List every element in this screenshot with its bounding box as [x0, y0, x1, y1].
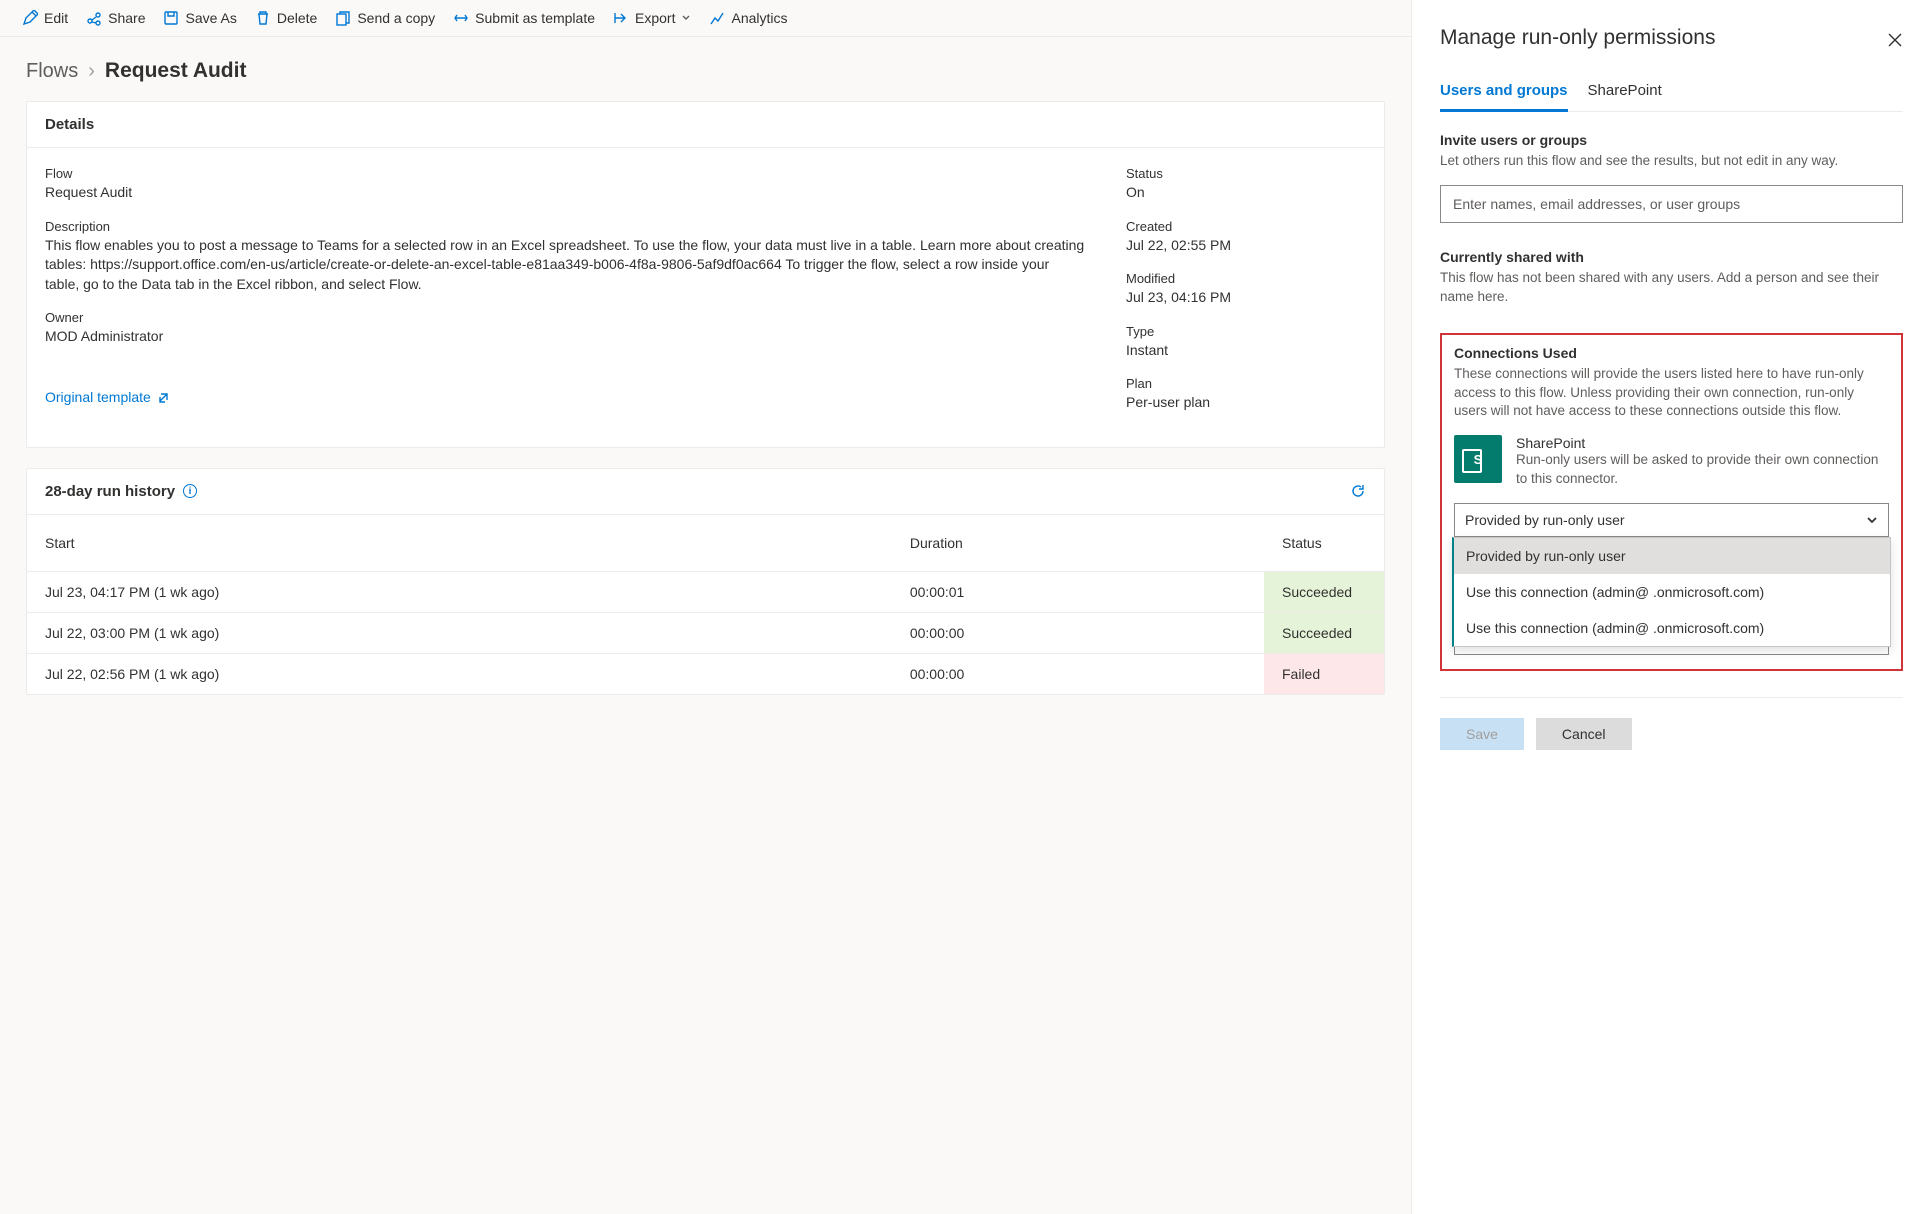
run-start: Jul 22, 02:56 PM (1 wk ago): [27, 653, 892, 694]
col-start: Start: [27, 515, 892, 572]
plan-label: Plan: [1126, 376, 1366, 391]
col-duration: Duration: [892, 515, 1264, 572]
run-history-table: Start Duration Status Jul 23, 04:17 PM (…: [27, 515, 1384, 694]
run-history-header: 28-day run history: [45, 483, 175, 500]
permissions-panel: Manage run-only permissions Users and gr…: [1411, 0, 1931, 1214]
dropdown-option[interactable]: Use this connection (admin@ .onmicrosoft…: [1454, 610, 1890, 646]
breadcrumb-leaf: Request Audit: [105, 59, 247, 83]
export-label: Export: [635, 10, 675, 26]
description-value: This flow enables you to post a message …: [45, 236, 1086, 295]
chevron-down-icon: [1866, 514, 1878, 526]
panel-title: Manage run-only permissions: [1440, 26, 1715, 50]
edit-button[interactable]: Edit: [22, 10, 68, 26]
refresh-button[interactable]: [1350, 483, 1366, 499]
dropdown-option[interactable]: Provided by run-only user: [1454, 538, 1890, 574]
submit-template-label: Submit as template: [475, 10, 595, 26]
save-as-label: Save As: [185, 10, 236, 26]
save-button[interactable]: Save: [1440, 718, 1524, 750]
details-header: Details: [27, 102, 1384, 148]
flow-label: Flow: [45, 166, 1086, 181]
created-label: Created: [1126, 219, 1366, 234]
invite-description: Let others run this flow and see the res…: [1440, 152, 1903, 171]
refresh-icon: [1350, 483, 1366, 499]
plan-value: Per-user plan: [1126, 393, 1366, 413]
status-label: Status: [1126, 166, 1366, 181]
invite-heading: Invite users or groups: [1440, 132, 1903, 148]
type-label: Type: [1126, 324, 1366, 339]
breadcrumb: Flows › Request Audit: [0, 37, 1411, 101]
connections-used-box: Connections Used These connections will …: [1440, 333, 1903, 671]
trash-icon: [255, 10, 271, 26]
original-template-link[interactable]: Original template: [45, 389, 171, 405]
close-button[interactable]: [1887, 30, 1903, 46]
send-copy-label: Send a copy: [357, 10, 435, 26]
close-icon: [1887, 32, 1903, 48]
export-icon: [613, 10, 629, 26]
shared-description: This flow has not been shared with any u…: [1440, 269, 1903, 307]
cancel-button[interactable]: Cancel: [1536, 718, 1632, 750]
run-status: Succeeded: [1264, 612, 1384, 653]
select-1-value: Provided by run-only user: [1465, 512, 1625, 528]
owner-label: Owner: [45, 310, 1086, 325]
connection-dropdown: Provided by run-only userUse this connec…: [1452, 537, 1891, 647]
sharepoint-icon: S: [1454, 435, 1502, 483]
run-status: Succeeded: [1264, 571, 1384, 612]
tab-users-groups[interactable]: Users and groups: [1440, 76, 1568, 112]
details-card: Details Flow Request Audit Description T…: [26, 101, 1385, 448]
arrow-left-right-icon: [453, 10, 469, 26]
info-icon[interactable]: i: [183, 484, 197, 498]
run-duration: 00:00:00: [892, 653, 1264, 694]
status-value: On: [1126, 183, 1366, 203]
owner-value: MOD Administrator: [45, 327, 1086, 347]
external-link-icon: [157, 390, 171, 404]
invite-input[interactable]: [1440, 185, 1903, 223]
flow-value: Request Audit: [45, 183, 1086, 203]
submit-template-button[interactable]: Submit as template: [453, 10, 595, 26]
connections-heading: Connections Used: [1454, 345, 1889, 361]
share-button[interactable]: Share: [86, 10, 145, 26]
panel-tabs: Users and groups SharePoint: [1440, 76, 1903, 112]
share-label: Share: [108, 10, 145, 26]
dropdown-option[interactable]: Use this connection (admin@ .onmicrosoft…: [1454, 574, 1890, 610]
connector-description: Run-only users will be asked to provide …: [1516, 451, 1889, 489]
shared-heading: Currently shared with: [1440, 249, 1903, 265]
toolbar: Edit Share Save As Delete Send a copy Su…: [0, 0, 1411, 37]
save-icon: [163, 10, 179, 26]
created-value: Jul 22, 02:55 PM: [1126, 236, 1366, 256]
copy-icon: [335, 10, 351, 26]
run-duration: 00:00:01: [892, 571, 1264, 612]
modified-value: Jul 23, 04:16 PM: [1126, 288, 1366, 308]
table-row[interactable]: Jul 22, 03:00 PM (1 wk ago)00:00:00Succe…: [27, 612, 1384, 653]
analytics-label: Analytics: [731, 10, 787, 26]
run-start: Jul 22, 03:00 PM (1 wk ago): [27, 612, 892, 653]
delete-label: Delete: [277, 10, 317, 26]
connector-name: SharePoint: [1516, 435, 1889, 451]
export-button[interactable]: Export: [613, 10, 691, 26]
analytics-icon: [709, 10, 725, 26]
modified-label: Modified: [1126, 271, 1366, 286]
run-status: Failed: [1264, 653, 1384, 694]
connection-select-1[interactable]: Provided by run-only user: [1454, 503, 1889, 537]
save-as-button[interactable]: Save As: [163, 10, 236, 26]
run-history-card: 28-day run history i Start Duration Stat…: [26, 468, 1385, 695]
col-status: Status: [1264, 515, 1384, 572]
edit-label: Edit: [44, 10, 68, 26]
breadcrumb-root[interactable]: Flows: [26, 60, 78, 83]
pencil-icon: [22, 10, 38, 26]
delete-button[interactable]: Delete: [255, 10, 317, 26]
table-row[interactable]: Jul 22, 02:56 PM (1 wk ago)00:00:00Faile…: [27, 653, 1384, 694]
chevron-right-icon: ›: [88, 60, 95, 83]
description-label: Description: [45, 219, 1086, 234]
run-start: Jul 23, 04:17 PM (1 wk ago): [27, 571, 892, 612]
connections-description: These connections will provide the users…: [1454, 365, 1889, 422]
type-value: Instant: [1126, 341, 1366, 361]
chevron-down-icon: [681, 13, 691, 23]
share-icon: [86, 10, 102, 26]
tab-sharepoint[interactable]: SharePoint: [1588, 76, 1662, 111]
table-row[interactable]: Jul 23, 04:17 PM (1 wk ago)00:00:01Succe…: [27, 571, 1384, 612]
send-copy-button[interactable]: Send a copy: [335, 10, 435, 26]
run-duration: 00:00:00: [892, 612, 1264, 653]
analytics-button[interactable]: Analytics: [709, 10, 787, 26]
template-link-label: Original template: [45, 389, 151, 405]
